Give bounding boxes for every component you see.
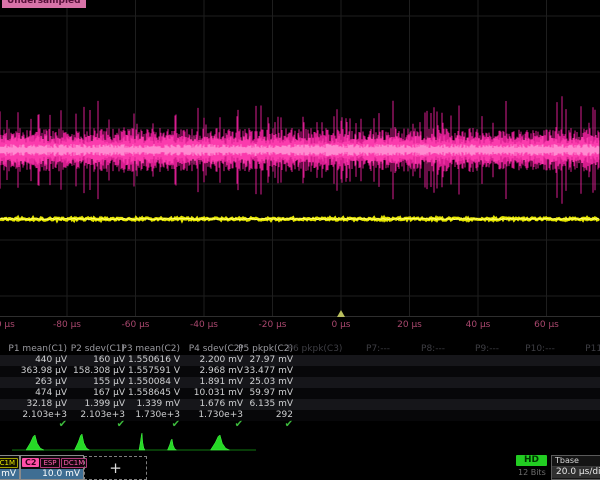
c2-trace-descriptor[interactable]: C2 ESP DC1M 10.0 mV: [20, 455, 84, 480]
c1-trace-descriptor[interactable]: C1 DC1M 10.0 mV: [0, 455, 20, 480]
time-axis-label: -20 µs: [259, 320, 287, 331]
timebase-descriptor[interactable]: Tbase 20.0 µs/div: [551, 455, 600, 480]
parameter-value: 25.03 mV: [173, 377, 293, 388]
parameter-value: 6.135 mV: [173, 399, 293, 410]
time-axis-label: -100 µs: [0, 320, 15, 331]
parameter-value: 59.97 mV: [173, 388, 293, 399]
parameter-header-disabled[interactable]: P6 pkpk(C3): [288, 344, 343, 355]
timebase-title: Tbase: [552, 456, 600, 467]
plus-icon: +: [109, 459, 122, 477]
time-axis-label: -80 µs: [53, 320, 81, 331]
waveform-grid: [0, 0, 600, 318]
parameter-value: 33.477 mV: [173, 366, 293, 377]
add-trace-button[interactable]: +: [84, 456, 147, 480]
c2-channel-badge: C2: [22, 458, 39, 467]
hd-bits-label: 12 Bits: [518, 468, 546, 477]
c2-esp-badge: ESP: [40, 458, 59, 468]
parameter-header-disabled[interactable]: P10:---: [525, 344, 555, 355]
histicon-histogram[interactable]: [168, 439, 177, 450]
oscilloscope-screen: Undersampled -100 µs -80 µs -60 µs -40 µs -2…: [0, 0, 600, 480]
time-axis-label: 60 µs: [534, 320, 559, 331]
parameter-header-disabled[interactable]: P9:---: [475, 344, 499, 355]
undersampled-badge: Undersampled: [2, 0, 86, 8]
parameter-header-disabled[interactable]: P8:---: [421, 344, 445, 355]
measurement-histicons[interactable]: [8, 430, 298, 452]
timebase-value: 20.0 µs/div: [552, 467, 600, 478]
histicon-histogram[interactable]: [139, 433, 145, 450]
parameter-status-check-icon: ✔: [173, 420, 293, 430]
parameter-value: 27.97 mV: [173, 355, 293, 366]
parameter-header[interactable]: P5 pkpk(C2): [173, 344, 293, 355]
hd-mode-badge[interactable]: HD: [516, 455, 547, 466]
trigger-time-marker: [337, 310, 345, 317]
time-axis-label: -40 µs: [190, 320, 218, 331]
time-axis-label: 20 µs: [397, 320, 422, 331]
histicon-histogram[interactable]: [75, 434, 90, 450]
parameter-header-disabled[interactable]: P7:---: [366, 344, 390, 355]
c1-coupling-badge: DC1M: [0, 458, 18, 468]
time-axis-label: 0 µs: [331, 320, 350, 331]
histicon-histogram[interactable]: [26, 435, 44, 450]
time-axis-label: -60 µs: [122, 320, 150, 331]
histicon-histogram[interactable]: [211, 435, 230, 450]
c2-volts-per-div: 10.0 mV: [21, 469, 83, 479]
parameter-header-disabled[interactable]: P11:---: [585, 344, 600, 355]
time-axis-label: 40 µs: [466, 320, 491, 331]
c1-volts-per-div: 10.0 mV: [0, 469, 19, 479]
